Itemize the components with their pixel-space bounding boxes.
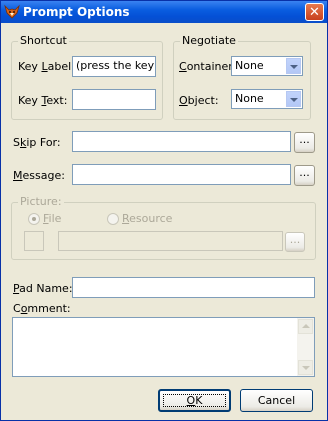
comment-label: Comment: [13, 302, 71, 315]
close-button[interactable]: ✕ [305, 3, 324, 21]
scroll-down-icon[interactable] [298, 360, 313, 375]
pad-name-label: Pad Name: [13, 282, 73, 295]
object-dropdown[interactable]: None [231, 89, 303, 109]
chevron-down-icon[interactable] [286, 91, 301, 107]
container-label: Container: [179, 60, 237, 73]
object-dropdown-value: None [235, 92, 264, 105]
chevron-down-icon[interactable] [286, 58, 301, 74]
window-title: Prompt Options [23, 5, 130, 19]
skip-for-label: Skip For: [13, 136, 61, 149]
message-label: Message: [13, 169, 65, 182]
shortcut-group-label: Shortcut [18, 34, 69, 47]
resource-radio-label: Resource [122, 212, 173, 225]
picture-group-label: Picture: [18, 195, 64, 208]
file-radio[interactable] [28, 213, 40, 225]
prompt-options-dialog: Prompt Options ✕ Shortcut Key Label: (pr… [0, 0, 328, 421]
key-label-field[interactable]: (press the key) [72, 56, 156, 77]
message-browse-button[interactable]: ... [294, 165, 315, 186]
cancel-button[interactable]: Cancel [240, 389, 313, 412]
foxpro-app-icon [4, 4, 20, 19]
key-text-label: Key Text: [18, 94, 68, 107]
title-bar[interactable]: Prompt Options ✕ [1, 1, 327, 23]
picture-browse-button[interactable]: ... [285, 232, 305, 252]
close-icon: ✕ [309, 5, 320, 20]
picture-path-field[interactable] [58, 231, 283, 251]
picture-preview-box [24, 231, 44, 251]
resource-radio[interactable] [107, 213, 119, 225]
skip-for-field[interactable] [72, 131, 291, 152]
negotiate-group-label: Negotiate [180, 34, 238, 47]
key-text-field[interactable] [72, 89, 156, 110]
object-label: Object: [179, 94, 219, 107]
container-dropdown-value: None [235, 59, 264, 72]
comment-scrollbar[interactable] [297, 318, 314, 376]
pad-name-field[interactable] [72, 277, 315, 298]
ok-button[interactable]: OK [158, 389, 231, 412]
scroll-up-icon[interactable] [298, 319, 313, 334]
container-dropdown[interactable]: None [231, 56, 303, 76]
key-label-label: Key Label: [18, 60, 75, 73]
skip-for-browse-button[interactable]: ... [294, 132, 315, 153]
file-radio-label: File [43, 212, 62, 225]
comment-textarea[interactable] [12, 317, 315, 377]
message-field[interactable] [72, 164, 291, 185]
